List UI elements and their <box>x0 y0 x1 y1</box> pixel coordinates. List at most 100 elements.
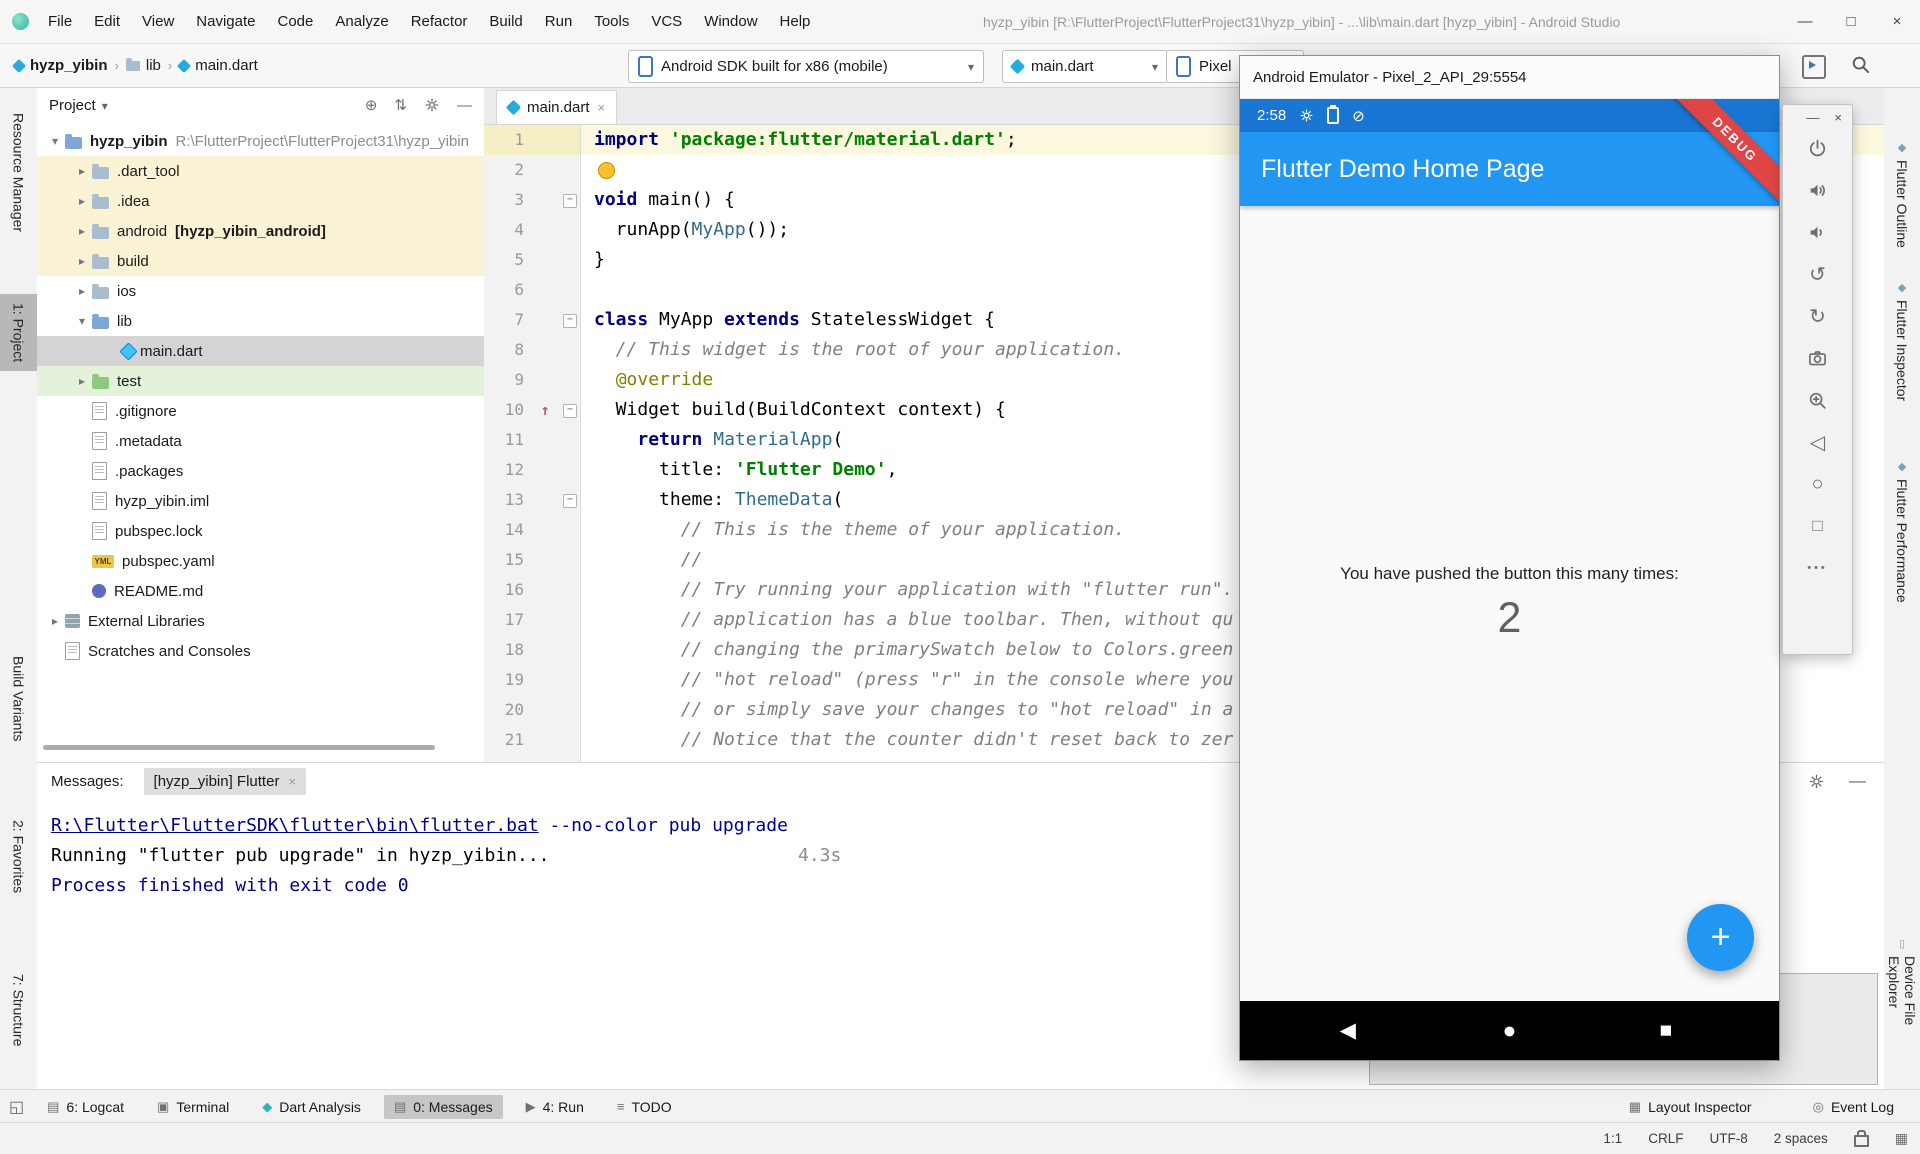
menu-item-navigate[interactable]: Navigate <box>185 0 266 43</box>
fold-marker-icon[interactable]: − <box>563 314 577 328</box>
tool-button-resource-manager[interactable]: Resource Manager <box>0 104 37 241</box>
fold-marker-icon[interactable]: − <box>563 404 577 418</box>
tree-chevron-icon[interactable]: ▸ <box>72 224 92 238</box>
menu-item-file[interactable]: File <box>37 0 83 43</box>
close-icon[interactable]: × <box>598 100 606 115</box>
override-marker-icon[interactable]: ↑ <box>540 401 549 419</box>
line-number[interactable]: 12 <box>484 455 532 485</box>
tree-row-gitignore[interactable]: .gitignore <box>37 396 484 426</box>
chevron-down-icon[interactable] <box>102 97 108 114</box>
line-number[interactable]: 8 <box>484 335 532 365</box>
line-number[interactable]: 10 <box>484 395 532 425</box>
tree-row-main-dart[interactable]: main.dart <box>37 336 484 366</box>
code-text[interactable]: // <box>580 545 702 575</box>
tool-button-flutter-performance[interactable]: ◆Flutter Performance <box>1884 451 1920 612</box>
back-icon[interactable]: ◁ <box>1796 421 1840 463</box>
status-2-spaces[interactable]: 2 spaces <box>1774 1131 1828 1146</box>
line-number[interactable]: 15 <box>484 545 532 575</box>
nav-home-icon[interactable]: ● <box>1503 1001 1517 1060</box>
screenshot-icon[interactable] <box>1796 337 1840 379</box>
tree-row-idea[interactable]: ▸.idea <box>37 186 484 216</box>
close-icon[interactable]: × <box>288 774 296 789</box>
tool-button-flutter-outline[interactable]: ◆Flutter Outline <box>1884 132 1920 257</box>
run-config-selector[interactable]: main.dart <box>1002 50 1168 83</box>
code-text[interactable]: Widget build(BuildContext context) { <box>580 395 1006 425</box>
line-number[interactable]: 7 <box>484 305 532 335</box>
rotate-right-icon[interactable]: ↻ <box>1796 295 1840 337</box>
menu-item-refactor[interactable]: Refactor <box>400 0 479 43</box>
tree-chevron-icon[interactable]: ▸ <box>72 194 92 208</box>
code-text[interactable]: // "hot reload" (press "r" in the consol… <box>580 665 1233 695</box>
tree-chevron-icon[interactable]: ▸ <box>72 284 92 298</box>
tool-button-0-messages[interactable]: ▤0: Messages <box>384 1095 503 1119</box>
tree-row-packages[interactable]: .packages <box>37 456 484 486</box>
rotate-left-icon[interactable]: ↺ <box>1796 253 1840 295</box>
tool-button-terminal[interactable]: ▣Terminal <box>147 1095 239 1119</box>
line-number[interactable]: 18 <box>484 635 532 665</box>
nav-back-icon[interactable]: ◀ <box>1340 1001 1356 1060</box>
fold-marker-icon[interactable]: − <box>563 494 577 508</box>
code-text[interactable]: // This is the theme of your application… <box>580 515 1125 545</box>
emulator-screen[interactable]: 2:58 Flutter Demo Home Page DEBUG You ha… <box>1240 99 1779 1060</box>
tree-row-android[interactable]: ▸android[hyzp_yibin_android] <box>37 216 484 246</box>
tool-button-6-logcat[interactable]: ▤6: Logcat <box>37 1095 134 1119</box>
screen-reader-icon[interactable]: ▦ <box>1895 1130 1908 1147</box>
status-1-1[interactable]: 1:1 <box>1603 1131 1622 1146</box>
tree-row-lib[interactable]: ▾lib <box>37 306 484 336</box>
maximize-button[interactable]: □ <box>1828 0 1874 43</box>
code-text[interactable]: // Try running your application with "fl… <box>580 575 1233 605</box>
gear-icon[interactable] <box>424 97 440 113</box>
tree-chevron-icon[interactable]: ▸ <box>72 164 92 178</box>
tree-row-ios[interactable]: ▸ios <box>37 276 484 306</box>
code-text[interactable]: // or simply save your changes to "hot r… <box>580 695 1233 725</box>
power-icon[interactable] <box>1796 127 1840 169</box>
emulator-minimize-button[interactable]: — <box>1806 110 1819 125</box>
horizontal-scrollbar[interactable] <box>43 745 435 750</box>
code-text[interactable]: theme: ThemeData( <box>580 485 843 515</box>
code-text[interactable]: title: 'Flutter Demo', <box>580 455 897 485</box>
tool-button-4-run[interactable]: ▶4: Run <box>516 1095 594 1119</box>
hide-panel-icon[interactable]: — <box>457 97 472 114</box>
tree-row-dart-tool[interactable]: ▸.dart_tool <box>37 156 484 186</box>
more-icon[interactable]: ••• <box>1796 547 1840 589</box>
zoom-icon[interactable] <box>1796 379 1840 421</box>
lock-icon[interactable] <box>1854 1135 1869 1147</box>
code-text[interactable]: return MaterialApp( <box>580 425 843 455</box>
menu-item-code[interactable]: Code <box>266 0 324 43</box>
menu-item-edit[interactable]: Edit <box>83 0 131 43</box>
line-number[interactable]: 5 <box>484 245 532 275</box>
tool-button-build-variants[interactable]: Build Variants <box>0 647 37 750</box>
increment-fab-button[interactable]: + <box>1687 904 1754 971</box>
menu-item-tools[interactable]: Tools <box>583 0 640 43</box>
status-utf-8[interactable]: UTF-8 <box>1709 1131 1747 1146</box>
tab-main-dart[interactable]: main.dart × <box>496 90 617 124</box>
menu-item-analyze[interactable]: Analyze <box>324 0 399 43</box>
tree-row-build[interactable]: ▸build <box>37 246 484 276</box>
intention-bulb-icon[interactable] <box>598 162 615 179</box>
tool-button-todo[interactable]: ≡TODO <box>607 1095 682 1119</box>
code-text[interactable]: // changing the primarySwatch below to C… <box>580 635 1233 665</box>
tree-row-readme-md[interactable]: README.md <box>37 576 484 606</box>
menu-item-run[interactable]: Run <box>534 0 584 43</box>
code-text[interactable]: runApp(MyApp()); <box>580 215 789 245</box>
menu-item-window[interactable]: Window <box>693 0 768 43</box>
tree-chevron-icon[interactable]: ▾ <box>72 314 92 328</box>
tree-row-hyzp-yibin[interactable]: ▾hyzp_yibinR:\FlutterProject\FlutterProj… <box>37 126 484 156</box>
breadcrumb-hyzp-yibin[interactable]: hyzp_yibin <box>14 57 108 74</box>
menu-item-help[interactable]: Help <box>769 0 822 43</box>
tree-row-metadata[interactable]: .metadata <box>37 426 484 456</box>
tree-row-scratches-and-consoles[interactable]: Scratches and Consoles <box>37 636 484 666</box>
locate-file-icon[interactable]: ⊕ <box>365 96 378 114</box>
code-text[interactable]: // application has a blue toolbar. Then,… <box>580 605 1233 635</box>
tool-button-7-structure[interactable]: 7: Structure <box>0 965 37 1055</box>
project-panel-title[interactable]: Project <box>49 97 96 114</box>
code-text[interactable] <box>580 275 594 305</box>
collapse-all-icon[interactable]: ⇅ <box>394 96 407 114</box>
tool-button-1-project[interactable]: 1: Project <box>0 294 37 371</box>
tool-button-layout-inspector[interactable]: ▦Layout Inspector <box>1619 1095 1762 1119</box>
code-text[interactable]: class MyApp extends StatelessWidget { <box>580 305 995 335</box>
line-number[interactable]: 4 <box>484 215 532 245</box>
tree-chevron-icon[interactable]: ▸ <box>72 374 92 388</box>
line-number[interactable]: 14 <box>484 515 532 545</box>
code-text[interactable]: } <box>580 245 605 275</box>
